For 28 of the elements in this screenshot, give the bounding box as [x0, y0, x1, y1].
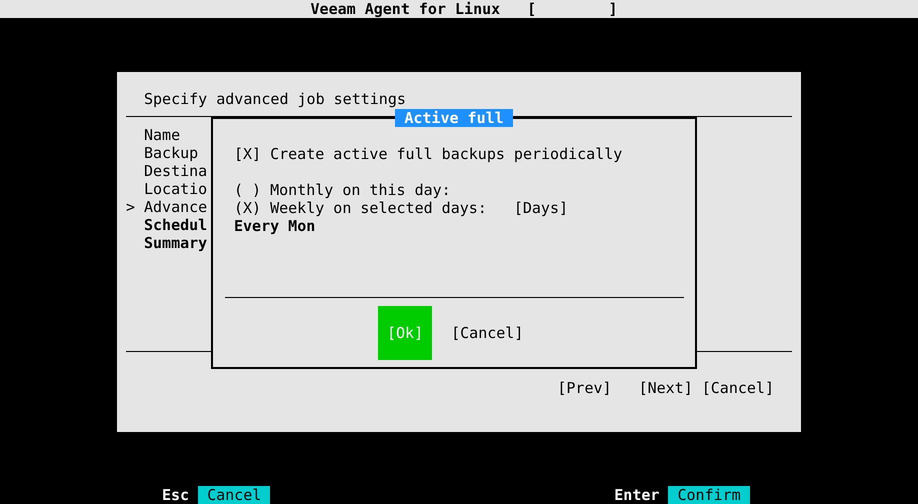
wizard-heading: Specify advanced job settings	[143, 90, 407, 108]
option-label: Monthly on this day:	[270, 181, 451, 199]
option-label: Create active full backups periodically	[270, 145, 622, 163]
option-toggle[interactable]: ( )	[234, 181, 262, 199]
wizard-button[interactable]: [Next]	[638, 379, 693, 397]
wizard-step[interactable]: Summary	[144, 234, 208, 252]
cursor-marker: >	[126, 198, 136, 216]
dialog-button[interactable]: [Cancel]	[451, 306, 524, 360]
option-toggle[interactable]: (X)	[234, 199, 262, 217]
option-label: Weekly on selected days:	[270, 199, 487, 217]
dialog-title: Active full	[395, 109, 513, 127]
app-title: Veeam Agent for Linux	[310, 0, 500, 18]
wizard-step[interactable]: Schedul	[144, 216, 208, 234]
key-label: Esc	[162, 486, 190, 504]
wizard-step[interactable]: Locatio	[144, 180, 208, 198]
wizard-button[interactable]: [Cancel]	[702, 379, 774, 397]
status-indicator: [ ]	[527, 0, 618, 18]
key-action[interactable]: Cancel	[198, 486, 270, 504]
wizard-step[interactable]: Name	[144, 126, 180, 144]
option-toggle[interactable]: [X]	[234, 145, 262, 163]
wizard-step[interactable]: Destina	[144, 162, 208, 180]
days-button[interactable]: [Days]	[514, 199, 568, 217]
wizard-button[interactable]: [Prev]	[557, 379, 612, 397]
schedule-summary: Every Mon	[234, 217, 316, 235]
key-action[interactable]: Confirm	[668, 486, 750, 504]
wizard-step[interactable]: Advance	[144, 198, 208, 216]
key-label: Enter	[614, 486, 660, 504]
wizard-step[interactable]: Backup	[144, 144, 198, 162]
